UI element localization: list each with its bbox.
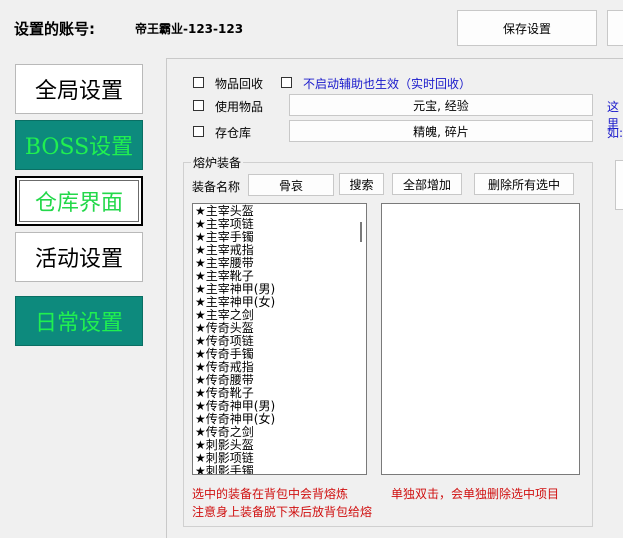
nav-daily-settings[interactable]: 日常设置 <box>15 296 143 346</box>
nav-boss-settings[interactable]: BOSS设置 <box>15 120 143 170</box>
note-left-2: 注意身上装备脱下来后放背包给熔 <box>192 505 373 519</box>
use-items-checkbox[interactable] <box>193 100 204 111</box>
scrollbar-thumb[interactable] <box>360 222 362 242</box>
account-value: 帝王霸业-123-123 <box>135 22 244 36</box>
furnace-group-title: 熔炉装备 <box>191 154 244 171</box>
delete-all-selected-button[interactable]: 删除所有选中 <box>474 173 574 195</box>
note-right: 单独双击，会单独删除选中项目 <box>391 487 560 501</box>
listbox-scrollbar[interactable] <box>356 204 366 474</box>
add-all-button[interactable]: 全部增加 <box>392 173 462 195</box>
store-warehouse-field[interactable]: 精魄, 碎片 <box>289 120 593 142</box>
nav-activity-settings[interactable]: 活动设置 <box>15 232 143 282</box>
nav-warehouse[interactable]: 仓库界面 <box>15 176 143 226</box>
search-button[interactable]: 搜索 <box>339 173 384 195</box>
store-warehouse-checkbox[interactable] <box>193 126 204 137</box>
right-note-2: 如: <box>607 126 623 140</box>
selected-listbox[interactable] <box>381 203 580 475</box>
equipment-listbox[interactable]: ★主宰头盔 ★主宰项链 ★主宰手镯 ★主宰戒指 ★主宰腰带 ★主宰靴子 ★主宰神甲(男) ★主… <box>192 203 367 475</box>
save-settings-button[interactable]: 保存设置 <box>457 10 597 46</box>
equipment-name-input[interactable]: 骨哀 <box>248 174 334 196</box>
account-label: 设置的账号: <box>14 20 95 38</box>
equipment-name-label: 装备名称 <box>192 180 241 194</box>
item-recycle-label: 物品回收 <box>215 77 264 91</box>
store-warehouse-label: 存仓库 <box>215 126 252 140</box>
no-assist-checkbox[interactable] <box>281 77 292 88</box>
list-item[interactable]: ★刺影手镯 <box>193 465 366 475</box>
use-items-field[interactable]: 元宝, 经验 <box>289 94 593 116</box>
no-assist-label: 不启动辅助也生效（实时回收） <box>303 77 472 91</box>
note-left-1: 选中的装备在背包中会背熔炼 <box>192 487 349 501</box>
item-recycle-checkbox[interactable] <box>193 77 204 88</box>
right-partial-box[interactable] <box>615 160 623 210</box>
extra-button[interactable] <box>607 10 623 46</box>
use-items-label: 使用物品 <box>215 100 264 114</box>
nav-global-settings[interactable]: 全局设置 <box>15 64 143 114</box>
